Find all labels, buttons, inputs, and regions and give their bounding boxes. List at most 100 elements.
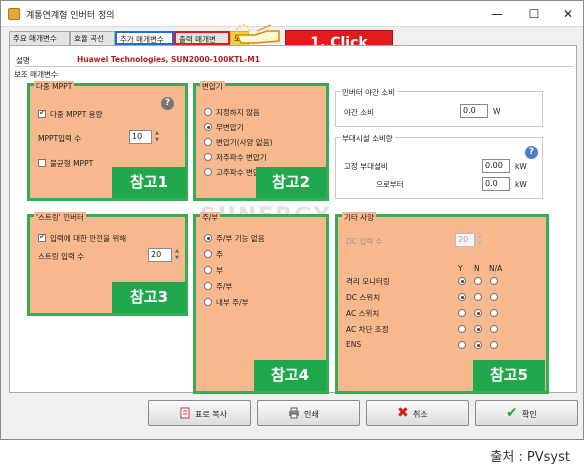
night-label: 야간 소비 xyxy=(344,108,374,117)
parameters-panel: 설명 Huawei Technologies, SUN2000-100KTL-M… xyxy=(9,45,577,394)
night-unit: W xyxy=(493,107,501,116)
aux-fixed-field[interactable]: 0.00 xyxy=(482,159,510,173)
aux-title: 부대시설 소비량 xyxy=(340,133,395,144)
master-option-3: 주/부 xyxy=(216,282,233,291)
other-spec-radio[interactable] xyxy=(490,325,498,333)
other-spec-radio[interactable] xyxy=(458,277,466,285)
ref-label-1: 참고1 xyxy=(112,167,186,198)
section-title: 보조 매개변수 xyxy=(14,69,61,80)
na-header: N/A xyxy=(489,264,503,273)
other-spec-radio[interactable] xyxy=(490,341,498,349)
dc-input-field: 20 xyxy=(455,233,475,247)
maximize-button[interactable]: ☐ xyxy=(520,4,548,24)
printer-icon xyxy=(289,407,299,419)
inverter-model: Huawei Technologies, SUN2000-100KTL-M1 xyxy=(77,55,260,64)
minimize-button[interactable]: — xyxy=(483,4,511,24)
aux-fixed-unit: kW xyxy=(515,162,527,171)
other-spec-radio[interactable] xyxy=(474,325,482,333)
other-specs-group: 기타 사양 DC 입력 수 20 ▲ ▼ Y N N/A 격리 모니터링 DC 스위… xyxy=(335,212,549,394)
app-icon xyxy=(8,8,20,20)
string-inverter-title: '스트링' 인버터 xyxy=(34,212,86,223)
transformer-radio-1[interactable] xyxy=(204,123,212,131)
other-spec-radio[interactable] xyxy=(474,293,482,301)
string-safety-checkbox[interactable] xyxy=(38,232,46,242)
transformer-radio-4[interactable] xyxy=(204,168,212,176)
string-safety-label: 입력에 대한 안전을 위해 xyxy=(50,234,127,243)
document-icon xyxy=(180,407,190,419)
multi-mppt-group: 다중 MPPT ? 다중 MPPT 용량 MPPT입력 수 10 ▲▼ 불균형 … xyxy=(27,81,188,201)
aux-from-field[interactable]: 0.0 xyxy=(482,177,510,191)
tab-additional-parameters[interactable]: 추가 매개변수 xyxy=(115,31,174,45)
other-spec-radio[interactable] xyxy=(474,341,482,349)
string-spinner[interactable]: ▲ ▼ xyxy=(173,248,181,262)
aux-fixed-label: 고정 부대설비 xyxy=(344,162,388,171)
multi-mppt-title: 다중 MPPT xyxy=(34,81,75,92)
transformer-option-3: 저주파수 변압기 xyxy=(216,153,267,162)
tab-efficiency-curve[interactable]: 효율 곡선 xyxy=(70,31,115,45)
master-option-0: 주/부 기능 없음 xyxy=(216,234,265,243)
other-spec-row-label: AC 스위치 xyxy=(346,309,380,318)
ok-button[interactable]: ✔ 확인 xyxy=(475,400,578,426)
other-spec-radio[interactable] xyxy=(458,325,466,333)
master-radio-3[interactable] xyxy=(204,282,212,290)
print-button[interactable]: 인쇄 xyxy=(257,400,360,426)
other-spec-radio[interactable] xyxy=(490,309,498,317)
title-bar: 계통연계형 인버터 정의 — ☐ ✕ xyxy=(1,1,583,27)
master-option-4: 내부 주/부 xyxy=(216,298,249,307)
other-spec-row-label: ENS xyxy=(346,340,362,349)
master-radio-1[interactable] xyxy=(204,250,212,258)
other-spec-row-label: DC 스위치 xyxy=(346,293,381,302)
master-option-2: 부 xyxy=(216,266,223,275)
aux-from-unit: kW xyxy=(515,180,527,189)
dc-spinner: ▲ ▼ xyxy=(478,233,482,246)
mppt-spinner[interactable]: ▲ ▼ xyxy=(153,130,161,144)
help-icon[interactable]: ? xyxy=(525,146,538,159)
other-spec-radio[interactable] xyxy=(458,293,466,301)
other-specs-title: 기타 사양 xyxy=(342,212,376,223)
mppt-input-label: MPPT입력 수 xyxy=(38,134,82,143)
transformer-radio-0[interactable] xyxy=(204,108,212,116)
string-inverter-group: '스트링' 인버터 입력에 대한 안전을 위해 스트링 입력 수 20 ▲▼ 참… xyxy=(27,212,188,316)
other-spec-radio[interactable] xyxy=(490,293,498,301)
other-spec-radio[interactable] xyxy=(474,277,482,285)
master-radio-0[interactable] xyxy=(204,234,212,242)
divider xyxy=(14,66,573,67)
ref-label-3: 참고3 xyxy=(112,282,186,313)
cancel-button-label: 취소 xyxy=(413,410,428,419)
help-icon[interactable]: ? xyxy=(161,97,174,110)
yes-header: Y xyxy=(458,264,463,273)
transformer-radio-3[interactable] xyxy=(204,153,212,161)
tab-output-parameters[interactable]: 출력 매개변 xyxy=(174,31,230,45)
other-spec-radio[interactable] xyxy=(474,309,482,317)
mppt-input-field[interactable]: 10 xyxy=(129,130,152,144)
night-consumption-group: 인버터 야간 소비 야간 소비 0.0 W xyxy=(335,87,543,127)
transformer-title: 변압기 xyxy=(200,81,225,92)
cancel-x-icon: ✖ xyxy=(397,405,409,421)
night-title: 인버터 야간 소비 xyxy=(340,87,398,98)
hand-pointer-icon xyxy=(235,24,280,44)
string-input-field[interactable]: 20 xyxy=(148,248,172,262)
copy-to-table-button[interactable]: 표로 복사 xyxy=(148,400,251,426)
unequal-mppt-checkbox[interactable] xyxy=(38,159,46,167)
night-value-field[interactable]: 0.0 xyxy=(460,104,488,118)
transformer-option-0: 지정하지 않음 xyxy=(216,108,260,117)
ok-button-label: 확인 xyxy=(522,410,537,419)
master-slave-group: 주/부 주/부 기능 없음 주 부 주/부 내부 주/부 참고4 xyxy=(193,212,329,394)
master-radio-4[interactable] xyxy=(204,298,212,306)
master-radio-2[interactable] xyxy=(204,266,212,274)
cancel-button[interactable]: ✖ 취소 xyxy=(366,400,469,426)
inverter-definition-window: 계통연계형 인버터 정의 — ☐ ✕ 주요 매개변수 효율 곡선 추가 매개변수… xyxy=(0,0,584,440)
unequal-mppt-label: 불균형 MPPT xyxy=(50,159,94,168)
close-window-button[interactable]: ✕ xyxy=(554,4,582,24)
other-spec-radio[interactable] xyxy=(458,341,466,349)
print-button-label: 인쇄 xyxy=(304,410,319,419)
transformer-radio-2[interactable] xyxy=(204,138,212,146)
other-spec-row-label: 격리 모니터링 xyxy=(346,277,390,286)
window-title: 계통연계형 인버터 정의 xyxy=(26,11,115,21)
master-slave-title: 주/부 xyxy=(200,212,221,223)
transformer-group: 변압기 지정하지 않음 무변압기 변압기(사양 없음) 저주파수 변압기 고주파… xyxy=(193,81,329,201)
other-spec-radio[interactable] xyxy=(458,309,466,317)
other-spec-radio[interactable] xyxy=(490,277,498,285)
tab-main-parameters[interactable]: 주요 매개변수 xyxy=(9,31,70,45)
multi-mppt-checkbox[interactable] xyxy=(38,108,46,118)
